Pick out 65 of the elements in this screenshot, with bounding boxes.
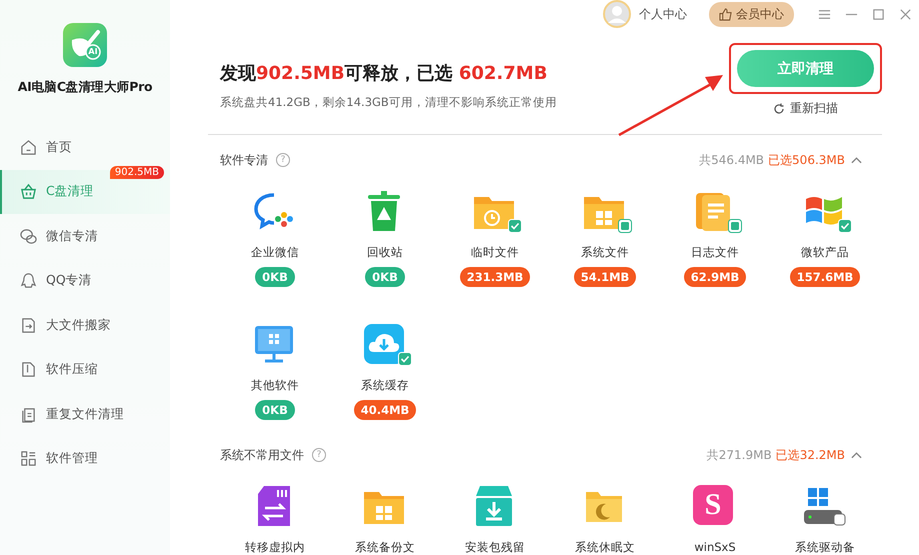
avatar-icon[interactable] [603,0,631,28]
category-label: 其他软件 [251,378,299,393]
maximize-icon[interactable] [872,8,885,20]
apps-grid-icon [20,450,37,468]
size-pill: 0KB [365,267,405,287]
section-total-size: 共546.4MB [699,152,764,168]
size-pill: 62.9MB [684,267,746,287]
category-label: 系统备份文 [355,540,415,555]
collapse-caret-icon[interactable] [851,156,862,164]
app-name: AI电脑C盘清理大师Pro [18,79,152,96]
close-icon[interactable] [899,8,912,20]
category-label: 企业微信 [251,245,299,260]
size-pill: 0KB [255,267,295,287]
size-badge: 902.5MB [110,166,164,178]
section-title: 软件专清 [220,152,268,168]
sidebar-item[interactable]: 微信专清 [0,214,170,258]
duplicate-file-icon [20,406,37,423]
thumbs-up-icon [719,8,732,20]
size-pill: 157.6MB [790,267,860,287]
category-label: winSxS [694,540,736,554]
cloud-download-icon[interactable] [362,322,406,366]
category-label: 日志文件 [691,245,739,260]
vip-center-button[interactable]: 会员中心 [709,2,794,26]
sidebar-item[interactable]: 重复文件清理 [0,392,170,436]
category-label: 临时文件 [471,245,519,260]
chat-bubbles-icon [20,228,37,245]
category-label: 系统缓存 [361,378,409,393]
section-title: 系统不常用文件 [220,446,304,464]
menu-icon[interactable] [818,8,831,20]
collapse-caret-icon[interactable] [851,451,862,459]
size-pill: 40.4MB [354,400,416,420]
checked-checkbox-icon[interactable] [838,219,852,233]
category-label: 转移虚拟内 [245,540,305,555]
partial-checkbox-icon[interactable] [618,219,632,233]
section-selected-size: 已选506.3MB [768,152,845,168]
sidebar-item[interactable]: 软件管理 [0,436,170,481]
section-total-size: 共271.9MB [706,446,772,464]
penguin-icon [20,272,37,290]
checked-checkbox-icon[interactable] [398,352,412,366]
disk-usage-text: 系统盘共41.2GB，剩余14.3GB可用，清理不影响系统正常使用 [220,95,557,110]
letter-s-icon[interactable]: S [693,485,733,525]
size-pill: 0KB [255,400,295,420]
sidebar-item[interactable]: 软件压缩 [0,348,170,392]
sidebar-item[interactable]: QQ专清 [0,258,170,303]
category-label: 系统驱动备 [795,540,855,555]
user-center-link[interactable]: 个人中心 [639,6,687,22]
checked-checkbox-icon[interactable] [508,219,522,233]
zip-file-icon [20,361,37,378]
category-label: 系统休眠文 [575,540,635,555]
size-pill: 231.3MB [460,267,530,287]
sidebar-item[interactable]: 大文件搬家 [0,303,170,348]
refresh-icon [773,102,785,114]
rescan-link[interactable]: 重新扫描 [773,100,838,117]
app-logo: AI [63,23,107,67]
size-pill: 54.1MB [574,267,636,287]
basket-icon [20,183,37,200]
file-move-icon [20,316,37,334]
category-label: 系统文件 [581,245,629,260]
partial-checkbox-icon[interactable] [728,219,742,233]
section-selected-size: 已选32.2MB [776,446,845,464]
category-label: 回收站 [367,245,403,260]
category-label: 微软产品 [801,245,849,260]
scan-result-headline: 发现902.5MB可释放，已选 602.7MB [220,62,548,85]
home-icon [20,138,37,156]
category-label: 安装包残留 [465,540,525,555]
